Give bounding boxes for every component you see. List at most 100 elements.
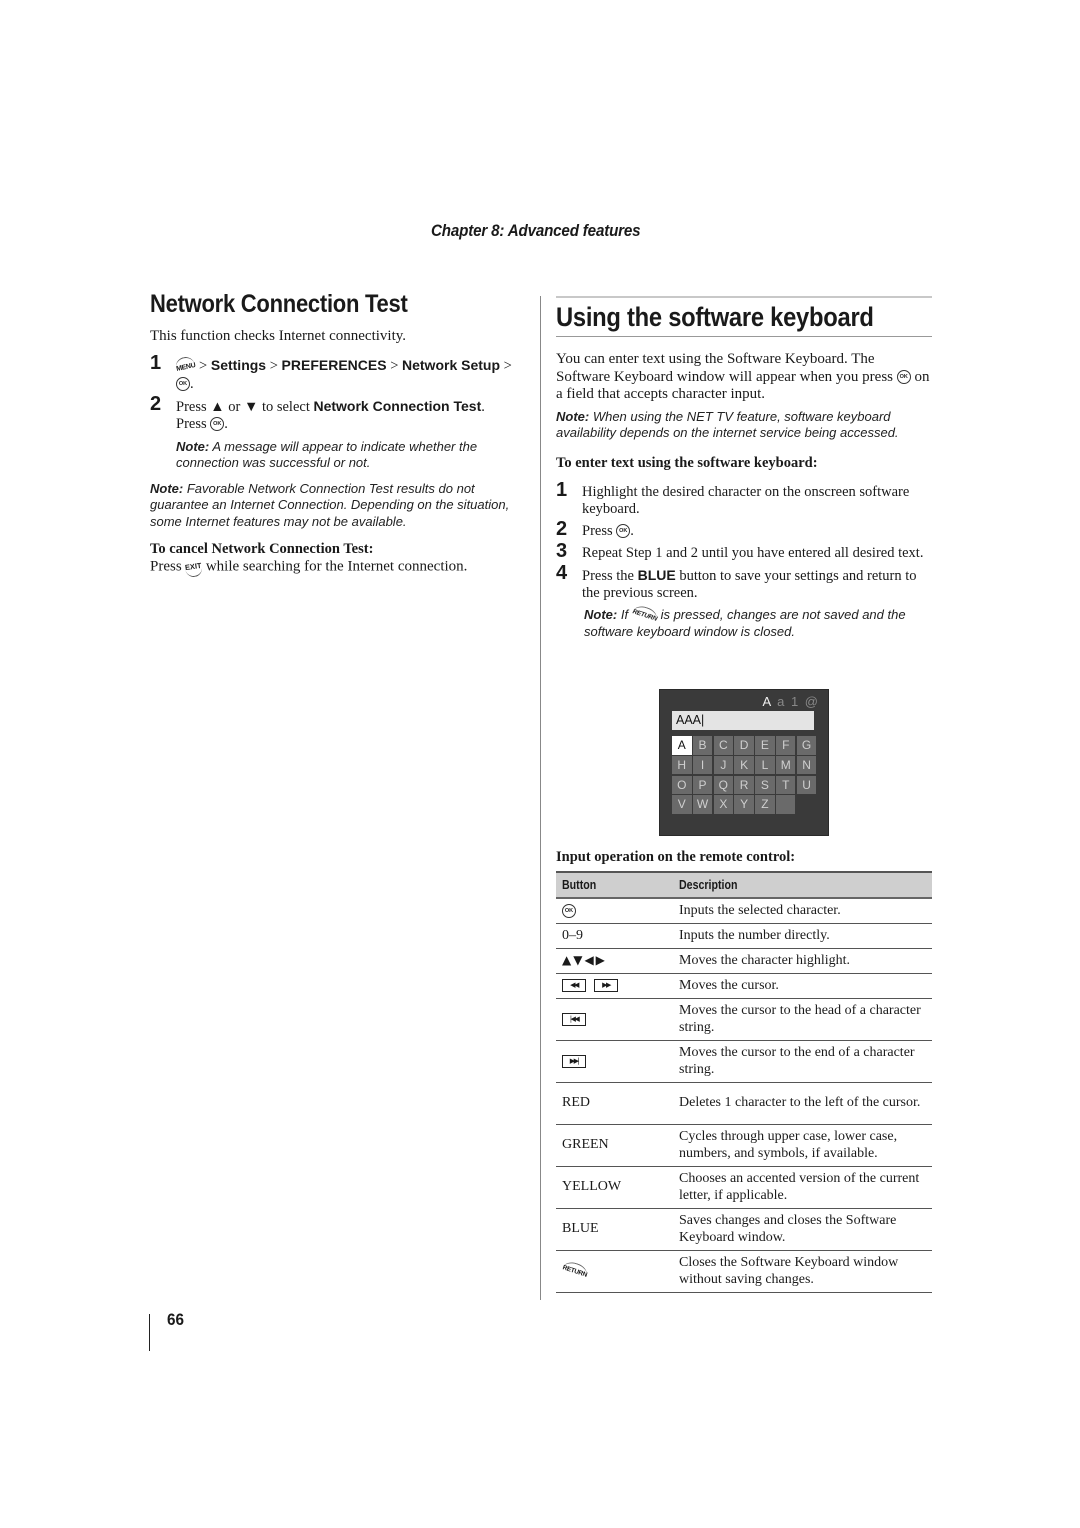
page-number: 66 — [167, 1310, 185, 1329]
table-row: ◀◀ ▶▶ Moves the cursor. — [556, 973, 932, 999]
table-row: ▲▼◀▶ Moves the character highlight. — [556, 948, 932, 974]
table-row: 0–9 Inputs the number directly. — [556, 923, 932, 949]
keyboard-key-k[interactable]: K — [734, 755, 754, 775]
column-header-description: Description — [673, 871, 932, 899]
ok-icon: OK — [616, 524, 631, 539]
button-label: BLUE — [562, 1221, 599, 1237]
mode-uppercase[interactable]: A — [762, 694, 770, 709]
keyboard-key-r[interactable]: R — [734, 775, 754, 795]
ok-icon: OK — [176, 377, 190, 392]
keyboard-key-w[interactable]: W — [692, 795, 713, 814]
description-cell: Inputs the selected character. — [673, 898, 932, 924]
step-number: 2 — [556, 517, 568, 540]
keyboard-key-q[interactable]: Q — [713, 775, 734, 795]
table-row: |◀◀ Moves the cursor to the head of a cha… — [556, 998, 932, 1041]
step-text: Repeat Step 1 and 2 until you have enter… — [582, 544, 924, 561]
button-cell: ▶▶| — [556, 1040, 673, 1083]
description-cell: Moves the character highlight. — [673, 948, 932, 974]
keyboard-key-j[interactable]: J — [713, 755, 734, 775]
menu-path-preferences: PREFERENCES — [281, 356, 387, 373]
table-row: ▶▶| Moves the cursor to the end of a char… — [556, 1040, 932, 1083]
table-row: YELLOW Chooses an accented version of the… — [556, 1166, 932, 1209]
return-note: Note: If RETURN is pressed, changes are … — [556, 603, 932, 641]
mode-symbols[interactable]: @ — [805, 694, 818, 709]
description-cell: Inputs the number directly. — [673, 923, 932, 949]
button-cell: 0–9 — [556, 923, 673, 949]
keyboard-key-y[interactable]: Y — [734, 795, 754, 814]
note-label: Note: — [150, 480, 184, 496]
remote-control-table: Button Description OK Inputs the selected… — [556, 871, 932, 1293]
chapter-header: Chapter 8: Advanced features — [431, 222, 641, 240]
kb-step-3: 3 Repeat Step 1 and 2 until you have ent… — [556, 541, 932, 562]
step-number: 1 — [150, 351, 162, 374]
menu-target: Network Connection Test — [313, 397, 482, 414]
button-cell: BLUE — [556, 1208, 673, 1251]
menu-path-settings: Settings — [210, 356, 267, 373]
keyboard-key-grid: ABCDEFG HIJKLMN OPQRSTU VWXYZ — [672, 736, 817, 814]
cancel-text-post: while searching for the Internet connect… — [202, 558, 468, 575]
keyboard-key-v[interactable]: V — [672, 795, 692, 814]
section-title-rule: Using the software keyboard — [556, 296, 932, 337]
keyboard-key-f[interactable]: F — [775, 736, 796, 755]
column-divider — [540, 296, 541, 1300]
note-label: Note: — [584, 606, 618, 622]
note-label: Note: — [176, 438, 210, 454]
keyboard-key-c[interactable]: C — [713, 736, 734, 755]
intro-text: This function checks Internet connectivi… — [150, 328, 407, 344]
cancel-heading: To cancel Network Connection Test: — [150, 541, 374, 558]
description-cell: Moves the cursor to the head of a charac… — [673, 998, 932, 1041]
section-title: Using the software keyboard — [556, 302, 874, 332]
button-label: GREEN — [562, 1137, 609, 1153]
description-cell: Moves the cursor. — [673, 973, 932, 999]
keyboard-key-b[interactable]: B — [692, 736, 713, 755]
keyboard-key-m[interactable]: M — [775, 755, 796, 775]
period: . — [224, 415, 228, 432]
step-1: 1 MENU > Settings > PREFERENCES > Networ… — [150, 351, 522, 393]
keyboard-key-o[interactable]: O — [672, 775, 692, 795]
button-label: RED — [562, 1095, 590, 1111]
ok-icon: OK — [896, 370, 911, 385]
blue-button-label: BLUE — [637, 566, 676, 583]
keyboard-key-a[interactable]: A — [672, 736, 692, 755]
mode-lowercase[interactable]: a — [777, 694, 784, 709]
keyboard-key-d[interactable]: D — [734, 736, 754, 755]
keyboard-key-h[interactable]: H — [672, 755, 692, 775]
keyboard-key-t[interactable]: T — [775, 775, 796, 795]
keyboard-text-field[interactable]: AAA| — [672, 711, 814, 730]
keyboard-key-s[interactable]: S — [755, 775, 775, 795]
step-text: Press — [176, 398, 211, 415]
keyboard-key-blank[interactable] — [775, 795, 796, 814]
step-number: 4 — [556, 561, 568, 584]
keyboard-key-p[interactable]: P — [692, 775, 713, 795]
software-keyboard-section: Using the software keyboard You can ente… — [556, 296, 932, 641]
mode-numbers[interactable]: 1 — [791, 694, 798, 709]
keyboard-key-n[interactable]: N — [796, 755, 817, 775]
general-note: Note: Favorable Network Connection Test … — [150, 481, 522, 531]
keyboard-key-u[interactable]: U — [796, 775, 817, 795]
button-label: 0–9 — [562, 927, 583, 943]
button-cell: OK — [556, 898, 673, 924]
button-cell: RETURN — [556, 1250, 673, 1293]
cancel-text-pre: Press — [150, 558, 186, 575]
keyboard-key-i[interactable]: I — [692, 755, 713, 775]
keyboard-key-g[interactable]: G — [796, 736, 817, 755]
separator: > — [266, 357, 282, 374]
skip-forward-icon: ▶▶| — [562, 1054, 586, 1068]
keyboard-key-l[interactable]: L — [755, 755, 775, 775]
separator: > — [386, 357, 402, 374]
step-number: 1 — [556, 478, 568, 501]
table-caption: Input operation on the remote control: — [556, 849, 796, 865]
kb-step-1: 1 Highlight the desired character on the… — [556, 478, 932, 518]
step-number: 2 — [150, 392, 162, 415]
keyboard-key-x[interactable]: X — [713, 795, 734, 814]
table-row: GREEN Cycles through upper case, lower ca… — [556, 1124, 932, 1167]
exit-icon: EXIT — [184, 557, 204, 578]
down-arrow-icon: ▼ — [243, 398, 259, 415]
keyboard-key-z[interactable]: Z — [755, 795, 775, 814]
fast-forward-icon: ▶▶ — [594, 979, 618, 993]
ok-icon: OK — [562, 903, 576, 918]
kb-step-2: 2 Press OK. — [556, 517, 932, 540]
note-label: Note: — [556, 408, 590, 424]
keyboard-key-e[interactable]: E — [755, 736, 775, 755]
direction-arrows-icon: ▲▼◀▶ — [562, 953, 607, 968]
